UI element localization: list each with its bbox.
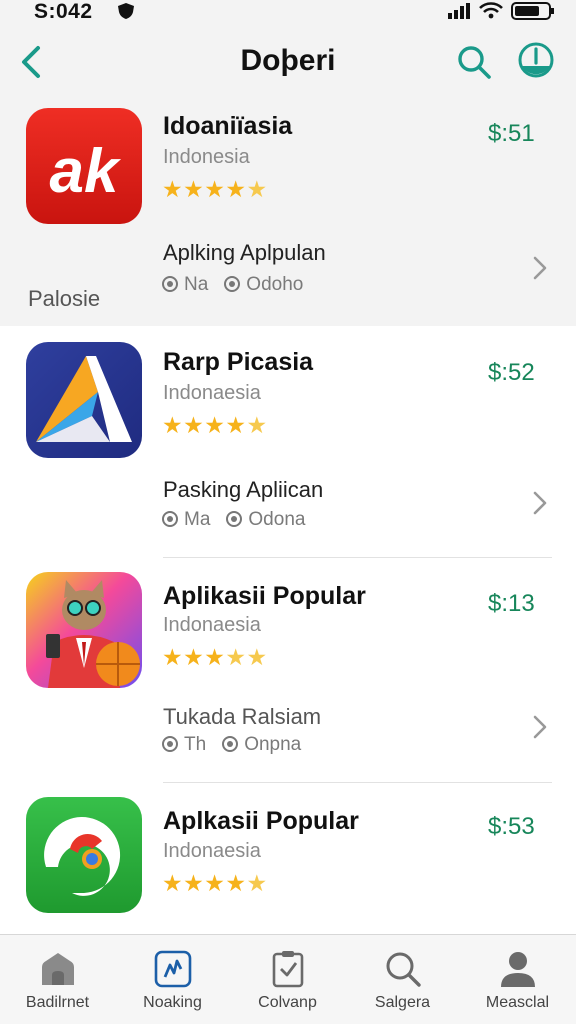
search-icon bbox=[458, 46, 491, 79]
app-name: Rarp Picasia bbox=[163, 348, 314, 376]
tab-colvanp[interactable]: Colvanp bbox=[230, 935, 345, 1024]
meta-dot-icon bbox=[224, 276, 241, 292]
meta-value: Onpna bbox=[244, 734, 302, 755]
status-indicators bbox=[448, 2, 554, 20]
cat-mascot-icon bbox=[26, 572, 142, 688]
app-list-item[interactable]: Aplkasii Popular Indonaesia ★★★★★ $:53 bbox=[0, 783, 576, 933]
meta-value: Ma bbox=[184, 509, 211, 530]
info-icon bbox=[518, 42, 554, 78]
search-button[interactable] bbox=[454, 42, 494, 82]
star-half-icon: ★ bbox=[246, 176, 268, 202]
chevron-right-icon[interactable] bbox=[530, 255, 550, 281]
meta-dot-icon bbox=[222, 736, 239, 752]
app-name: Idoaniïasia bbox=[163, 112, 293, 140]
app-icon-swirl[interactable] bbox=[26, 797, 142, 913]
sub-title: Aplking Aplpulan bbox=[163, 240, 326, 265]
tab-label: Colvanp bbox=[258, 994, 317, 1011]
chevron-right-icon[interactable] bbox=[530, 714, 550, 740]
app-price: $:13 bbox=[488, 590, 535, 617]
star-half-icon: ★ bbox=[246, 870, 268, 896]
star-rating: ★★★★★ bbox=[162, 176, 268, 202]
tab-label: Noaking bbox=[143, 994, 202, 1011]
app-list-item[interactable]: Aplikasii Popular Indonaesia ★★★★★ $:13 … bbox=[0, 558, 576, 782]
stars-filled: ★★★ bbox=[162, 644, 226, 670]
person-icon bbox=[501, 952, 535, 987]
app-icon-arrow[interactable] bbox=[26, 342, 142, 458]
tab-bar: Badilrnet Noaking Colvanp Salgera Meascl… bbox=[0, 934, 576, 1024]
svg-text:ak: ak bbox=[50, 137, 122, 206]
section-label: Palosie bbox=[28, 286, 101, 311]
app-name: Aplkasii Popular bbox=[163, 807, 359, 835]
meta-dot-icon bbox=[162, 511, 178, 527]
stars-filled: ★★★★ bbox=[162, 870, 247, 896]
app-country: Indonaesia bbox=[163, 614, 261, 636]
sub-meta: Th Onpna bbox=[162, 734, 301, 756]
app-country: Indonesia bbox=[163, 146, 250, 168]
sub-meta: Na Odoho bbox=[162, 274, 303, 296]
app-price: $:52 bbox=[488, 359, 535, 386]
tab-salgera[interactable]: Salgera bbox=[345, 935, 460, 1024]
tab-label: Salgera bbox=[374, 994, 431, 1011]
swirl-logo-icon bbox=[26, 797, 142, 913]
app-icon-cat[interactable] bbox=[26, 572, 142, 688]
app-country: Indonaesia bbox=[163, 382, 261, 404]
app-country: Indonaesia bbox=[163, 840, 261, 862]
home-icon bbox=[42, 953, 74, 985]
app-list-item[interactable]: Rarp Picasia Indonaesia ★★★★★ $:52 Paski… bbox=[0, 332, 576, 558]
sub-title: Pasking Apliican bbox=[163, 477, 324, 502]
meta-dot-icon bbox=[162, 276, 178, 292]
meta-value: Odona bbox=[248, 509, 306, 530]
star-rating: ★★★★★ bbox=[162, 644, 268, 670]
meta-dot-icon bbox=[162, 736, 178, 752]
tab-measclal[interactable]: Measclal bbox=[460, 935, 575, 1024]
clipboard-icon bbox=[272, 951, 304, 988]
meta-value: Odoho bbox=[246, 274, 304, 295]
signal-icon bbox=[448, 3, 470, 19]
status-bar: S:042 bbox=[0, 0, 576, 28]
shield-icon bbox=[118, 3, 134, 19]
star-half-icon: ★★ bbox=[225, 644, 268, 670]
app-name: Aplikasii Popular bbox=[163, 582, 366, 610]
battery-icon bbox=[511, 2, 554, 20]
star-rating: ★★★★★ bbox=[162, 870, 268, 896]
chart-icon bbox=[154, 950, 192, 988]
status-time: S:042 bbox=[34, 0, 93, 23]
sub-title: Tukada Ralsiam bbox=[163, 704, 322, 729]
meta-dot-icon bbox=[226, 511, 243, 527]
app-price: $:51 bbox=[488, 120, 535, 147]
sub-meta: Ma Odona bbox=[162, 509, 305, 531]
tab-noaking[interactable]: Noaking bbox=[115, 935, 230, 1024]
meta-value: Na bbox=[184, 274, 209, 295]
info-button[interactable] bbox=[516, 40, 556, 82]
ak-logo-icon: ak bbox=[26, 108, 142, 224]
chevron-right-icon[interactable] bbox=[530, 490, 550, 516]
tab-home[interactable]: Badilrnet bbox=[0, 935, 115, 1024]
app-icon-ak[interactable]: ak bbox=[26, 108, 142, 224]
app-price: $:53 bbox=[488, 813, 535, 840]
star-rating: ★★★★★ bbox=[162, 412, 268, 438]
meta-value: Th bbox=[184, 734, 207, 755]
star-half-icon: ★ bbox=[246, 412, 268, 438]
search-icon bbox=[386, 952, 421, 987]
tab-label: Measclal bbox=[485, 994, 550, 1011]
app-header: Doþeri bbox=[0, 28, 576, 98]
stars-filled: ★★★★ bbox=[162, 176, 247, 202]
stars-filled: ★★★★ bbox=[162, 412, 247, 438]
wifi-icon bbox=[479, 2, 503, 19]
tab-label: Badilrnet bbox=[25, 994, 90, 1011]
a-logo-icon bbox=[26, 342, 142, 458]
